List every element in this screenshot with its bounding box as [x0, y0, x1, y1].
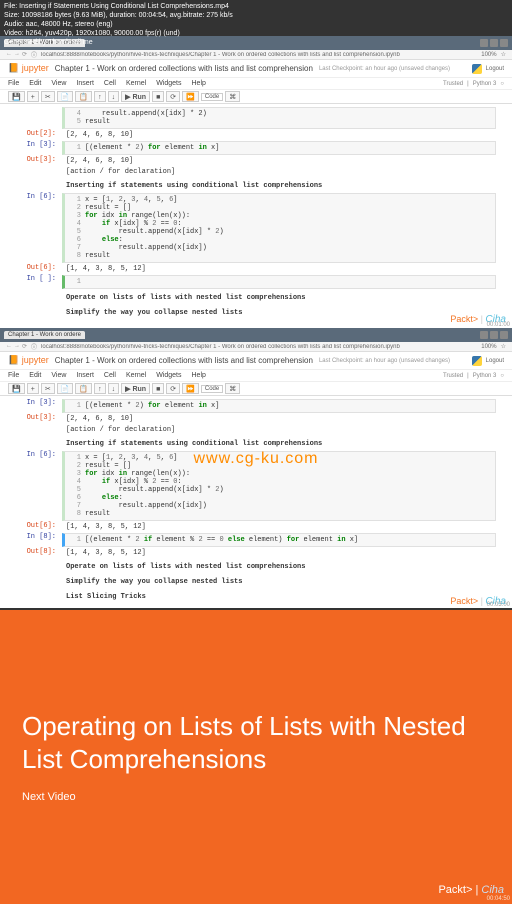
menu-insert[interactable]: Insert — [76, 80, 94, 87]
paste-button[interactable]: 📋 — [75, 91, 92, 102]
watermark: www.cg-ku.com — [193, 450, 318, 468]
checkpoint-text: Last Checkpoint: an hour ago (unsaved ch… — [319, 66, 450, 72]
menu-edit[interactable]: Edit — [29, 80, 41, 87]
trusted-badge: Trusted — [443, 81, 463, 87]
copy-button[interactable]: 📄 — [57, 91, 74, 102]
menu-kernel[interactable]: Kernel — [126, 80, 146, 87]
next-video-label: Next Video — [22, 791, 490, 803]
celltype-dropdown[interactable]: Code — [201, 93, 223, 101]
screenshot-pane-2: Chapter 1 - Work on ordere ←→⟳ⓘlocalhost… — [0, 328, 512, 608]
menu-cell[interactable]: Cell — [104, 80, 116, 87]
menu-file[interactable]: File — [8, 80, 19, 87]
next-video-title: Operating on Lists of Lists with Nested … — [22, 710, 490, 775]
down-button[interactable]: ↓ — [108, 91, 120, 102]
security-icon: ⓘ — [31, 50, 37, 59]
command-button[interactable]: ⌘ — [225, 91, 240, 102]
toolbar: 💾 + ✂ 📄 📋 ↑ ↓ ▶ Run ■ ⟳ ⏩ Code ⌘ — [0, 90, 512, 104]
next-video-panel: Operating on Lists of Lists with Nested … — [0, 610, 512, 904]
jupyter-header: 📙 jupyter Chapter 1 - Work on ordered co… — [0, 60, 512, 78]
timestamp-3: 00:04:50 — [487, 896, 510, 902]
restart-button[interactable]: ⟳ — [166, 91, 180, 102]
notebook-body[interactable]: 4 result.append(x[idx] * 2)5result Out[2… — [0, 104, 512, 322]
star-icon[interactable]: ☆ — [501, 51, 506, 58]
menu-bar: File Edit View Insert Cell Kernel Widget… — [0, 78, 512, 90]
logout-link[interactable]: Logout — [486, 66, 504, 72]
up-button[interactable]: ↑ — [94, 91, 106, 102]
window-controls[interactable] — [480, 39, 508, 47]
packt-logo: Packt> | Ciha — [438, 884, 504, 896]
notebook-title[interactable]: Chapter 1 - Work on ordered collections … — [55, 64, 313, 73]
timestamp-2: 00:03:00 — [487, 602, 510, 608]
address-bar[interactable]: ←→⟳ ⓘ localhost:8888/notebooks/python/hi… — [0, 50, 512, 60]
menu-view[interactable]: View — [51, 80, 66, 87]
file-metadata: File: Inserting if Statements Using Cond… — [0, 0, 237, 49]
menu-widgets[interactable]: Widgets — [156, 80, 181, 87]
python-icon — [472, 64, 482, 74]
cut-button[interactable]: ✂ — [41, 91, 55, 102]
stop-button[interactable]: ■ — [152, 91, 164, 102]
jupyter-logo: 📙 jupyter — [8, 63, 49, 74]
run-button[interactable]: ▶ Run — [121, 91, 150, 102]
menu-help[interactable]: Help — [192, 80, 206, 87]
nav-buttons[interactable]: ←→⟳ — [6, 51, 27, 58]
forward-button[interactable]: ⏩ — [182, 91, 199, 102]
add-cell-button[interactable]: + — [27, 91, 39, 102]
screenshot-pane-1: Chapter 1 - Work on ordere ←→⟳ ⓘ localho… — [0, 36, 512, 328]
url-text: localhost:8888/notebooks/python/hive-tri… — [41, 52, 477, 58]
kernel-name[interactable]: Python 3 — [473, 81, 497, 87]
save-button[interactable]: 💾 — [8, 91, 25, 102]
